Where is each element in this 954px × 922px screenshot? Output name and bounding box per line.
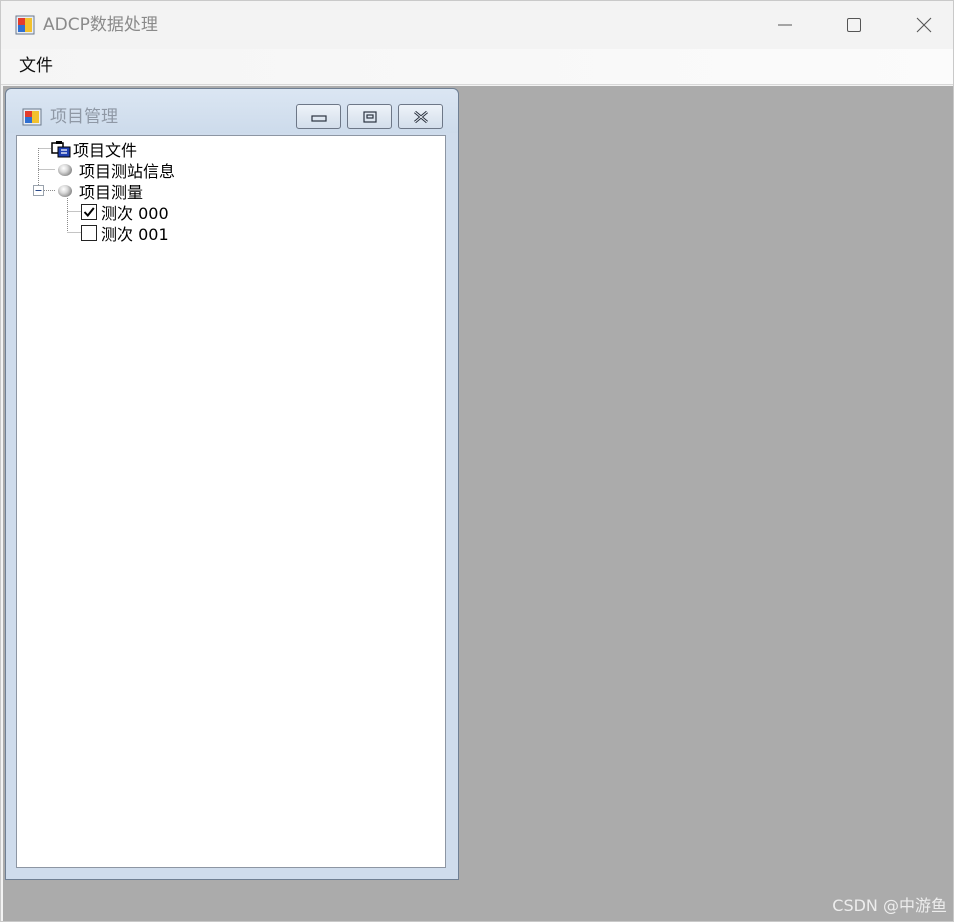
collapse-toggle[interactable] (33, 185, 44, 196)
menu-file[interactable]: 文件 (11, 53, 61, 80)
app-icon (22, 108, 42, 126)
watermark: CSDN @中游鱼 (832, 896, 947, 915)
tree-node-measurement[interactable]: 项目测量 (55, 180, 143, 202)
minus-icon (35, 190, 42, 191)
project-file-icon (51, 140, 71, 157)
maximize-icon (847, 18, 861, 32)
minimize-icon (778, 24, 792, 26)
app-icon (15, 15, 35, 35)
tree-node-station-info[interactable]: 项目测站信息 (55, 159, 175, 181)
close-icon (413, 110, 428, 123)
maximize-button[interactable] (820, 1, 888, 49)
survey-checkbox-unchecked[interactable] (81, 224, 97, 241)
tree-node-survey-001[interactable]: 测次 001 (81, 222, 169, 244)
restore-icon (362, 110, 377, 123)
checkmark-icon (83, 206, 95, 217)
close-icon (916, 17, 932, 33)
project-management-window: 项目管理 项目文件 项目测站信息 项目测量 测次 000 测次 001 (5, 88, 459, 880)
tree-node-label: 测次 001 (101, 224, 169, 244)
title-bar[interactable]: ADCP数据处理 (1, 1, 953, 49)
survey-checkbox-checked[interactable] (81, 203, 97, 220)
sphere-icon (58, 163, 72, 176)
mdi-client-area: 项目管理 项目文件 项目测站信息 项目测量 测次 000 测次 001 CSDN… (3, 86, 953, 921)
child-restore-button[interactable] (347, 104, 392, 129)
main-window: ADCP数据处理 文件 项目管理 项目文件 项目测站信息 项目测量 测次 000… (0, 0, 954, 922)
project-tree[interactable]: 项目文件 项目测站信息 项目测量 测次 000 测次 001 (16, 135, 446, 868)
tree-node-project-file[interactable]: 项目文件 (51, 138, 137, 160)
child-minimize-button[interactable] (296, 104, 341, 129)
minimize-icon (310, 114, 327, 122)
close-button[interactable] (890, 1, 954, 49)
sphere-icon (58, 184, 72, 197)
child-title-bar[interactable]: 项目管理 (6, 89, 458, 133)
menu-bar: 文件 (1, 49, 953, 85)
tree-node-survey-000[interactable]: 测次 000 (81, 201, 169, 223)
window-title: ADCP数据处理 (43, 15, 158, 35)
minimize-button[interactable] (751, 1, 819, 49)
child-close-button[interactable] (398, 104, 443, 129)
child-window-title: 项目管理 (50, 107, 118, 127)
